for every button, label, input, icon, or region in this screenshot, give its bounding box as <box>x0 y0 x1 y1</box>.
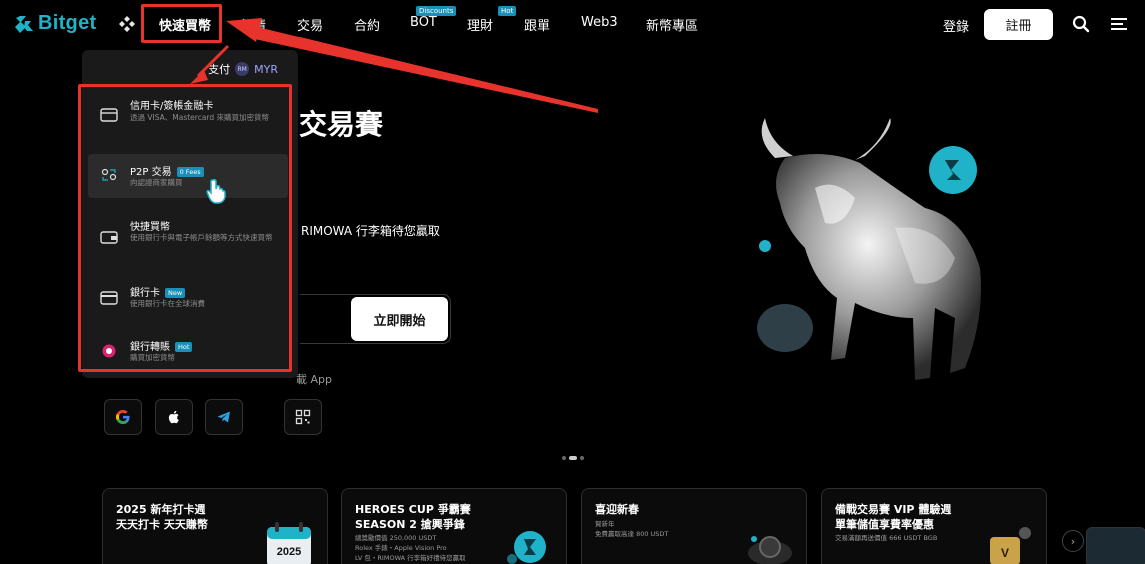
promo-description: 賀新年 免費贏取高達 800 USDT <box>595 520 669 538</box>
bot-discounts-badge: Discounts <box>416 6 457 16</box>
nav-earn[interactable]: 理財 <box>467 15 493 34</box>
promo-card-vip-week[interactable]: 備戰交易賽 VIP 體驗週 單筆儲值享費率優惠 交易滿額再送價值 666 USD… <box>821 488 1047 564</box>
telegram-icon <box>217 411 230 423</box>
apple-login-button[interactable] <box>155 399 193 435</box>
carousel-next-arrow-icon[interactable]: › <box>1062 530 1084 552</box>
hamburger-menu-icon[interactable] <box>1110 15 1128 33</box>
trophy-coin-icon <box>507 531 546 564</box>
payment-currency-selector[interactable]: 支付 RM MYR <box>208 61 278 77</box>
qr-code-icon <box>295 409 311 425</box>
apps-grid-icon[interactable] <box>118 15 136 33</box>
carousel-dot[interactable] <box>562 456 566 460</box>
calendar-year: 2025 <box>277 546 301 558</box>
promo-description: 交易滿額再送價值 666 USDT BGB <box>835 534 938 542</box>
bull-illustration <box>757 118 981 380</box>
promo-title: HEROES CUP 爭霸賽 SEASON 2 搶興爭鋒 <box>355 503 471 531</box>
brand-logo[interactable]: Bitget <box>14 12 96 35</box>
annotation-highlight-menu <box>78 84 292 372</box>
hero-subtitle: RIMOWA 行李箱待您贏取 <box>301 224 440 238</box>
annotation-arrow-shaft <box>300 37 598 112</box>
vip-badge-icon: V <box>990 527 1031 564</box>
login-link[interactable]: 登錄 <box>943 16 969 35</box>
nav-web3[interactable]: Web3 <box>581 15 618 30</box>
currency-code: MYR <box>254 62 278 76</box>
promo-title: 2025 新年打卡週 天天打卡 天天賺幣 <box>116 503 208 531</box>
promo-thumbnail[interactable] <box>1086 527 1145 564</box>
annotation-highlight-nav <box>141 4 222 43</box>
promo-card-heroes-cup[interactable]: HEROES CUP 爭霸賽 SEASON 2 搶興爭鋒 總獎勵價值 250,0… <box>341 488 567 564</box>
apple-icon <box>168 410 179 424</box>
bitget-logo-icon <box>15 15 33 33</box>
calendar-icon: 2025 <box>267 522 311 564</box>
hero-title: 交易賽 <box>299 108 384 141</box>
google-login-button[interactable] <box>104 399 142 435</box>
register-button[interactable]: 註冊 <box>984 9 1053 40</box>
nav-new-listings[interactable]: 新幣專區 <box>646 15 698 34</box>
start-now-button[interactable]: 立即開始 <box>351 297 448 341</box>
nav-markets[interactable]: 行情 <box>240 15 266 34</box>
promo-title: 喜迎新春 <box>595 503 639 516</box>
snake-coin-icon <box>748 536 792 564</box>
carousel-dot-active[interactable] <box>569 456 577 460</box>
google-icon <box>116 410 130 424</box>
nav-futures[interactable]: 合約 <box>354 15 380 34</box>
promo-card-new-year-checkin[interactable]: 2025 新年打卡週 天天打卡 天天賺幣 2025 <box>102 488 328 564</box>
nav-copy-trade[interactable]: 跟單 <box>524 15 550 34</box>
telegram-login-button[interactable] <box>205 399 243 435</box>
promo-card-lunar-new-year[interactable]: 喜迎新春 賀新年 免費贏取高達 800 USDT <box>581 488 807 564</box>
search-icon[interactable] <box>1072 15 1090 33</box>
payment-label: 支付 <box>208 63 231 76</box>
promo-title: 備戰交易賽 VIP 體驗週 單筆儲值享費率優惠 <box>835 503 952 531</box>
nav-trade[interactable]: 交易 <box>297 15 323 34</box>
carousel-dot[interactable] <box>580 456 584 460</box>
qr-code-button[interactable] <box>284 399 322 435</box>
download-app-text: 載 App <box>296 373 332 386</box>
carousel-indicator[interactable] <box>562 456 584 460</box>
earn-hot-badge: Hot <box>498 6 517 16</box>
nav-bot[interactable]: BOT <box>410 15 437 30</box>
svg-text:V: V <box>1001 546 1009 560</box>
promo-description: 總獎勵價值 250,000 USDT Rolex 手錶・Apple Vision… <box>355 534 466 562</box>
brand-name: Bitget <box>38 12 97 34</box>
currency-icon: RM <box>235 62 250 76</box>
